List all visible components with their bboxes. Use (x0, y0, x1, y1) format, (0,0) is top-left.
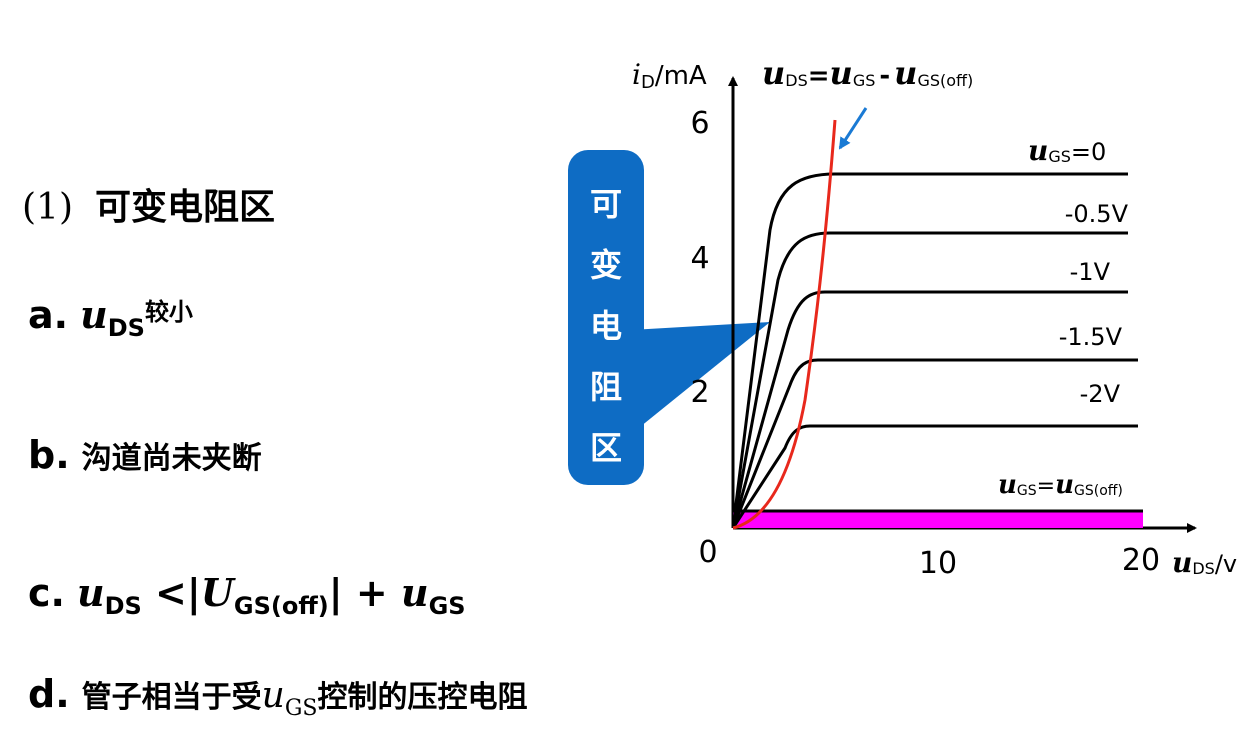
boundary-label: uDS=uGS - uGS(off) (762, 54, 973, 92)
y-tick-4: 4 (690, 241, 709, 276)
y-axis-label-unit: /mA (655, 61, 707, 91)
x-axis-label-sub: DS (1192, 559, 1214, 578)
curve-label-neg1.5: -1.5V (1059, 323, 1123, 351)
curve-label-neg2: -2V (1080, 380, 1121, 408)
cutoff-label: uGS=uGS(off) (998, 470, 1123, 500)
curve-label-0-u: u (1028, 134, 1048, 167)
characteristic-diagram: 可 变 电 阻 区 iD/mA 6 4 2 0 10 20 uDS/v uDS=… (568, 54, 1237, 581)
y-tick-2: 2 (690, 375, 709, 410)
curve-label-0-rest: =0 (1071, 138, 1106, 166)
x-tick-20: 20 (1122, 543, 1160, 578)
callout-char-5: 区 (590, 429, 622, 467)
y-axis-label-i: i (632, 58, 641, 91)
boundary-label-s1: DS (785, 71, 807, 90)
boundary-label-u3: u (894, 54, 917, 92)
boundary-label-u1: u (762, 54, 785, 92)
y-axis-label-sub: D (641, 72, 655, 93)
cutoff-label-s1: GS (1017, 483, 1037, 499)
cutoff-band (733, 511, 1143, 528)
boundary-label-s3: GS(off) (917, 71, 973, 90)
callout-char-2: 变 (590, 246, 622, 284)
boundary-label-u2: u (830, 54, 853, 92)
boundary-label-eq: = (808, 61, 830, 91)
callout-char-3: 电 (590, 307, 622, 345)
origin-label: 0 (698, 535, 717, 570)
callout-variable-resistance-region: 可 变 电 阻 区 (568, 150, 770, 485)
cutoff-label-u2: u (1055, 470, 1074, 500)
curve-label-neg0.5: -0.5V (1065, 200, 1129, 228)
callout-char-4: 阻 (590, 368, 622, 406)
cutoff-label-s2: GS(off) (1074, 483, 1123, 499)
curve-label-0-sub: GS (1048, 147, 1071, 166)
y-axis-label: iD/mA (632, 58, 707, 93)
boundary-pointer-arrow (838, 107, 868, 150)
x-axis-label-u: u (1172, 546, 1192, 579)
boundary-label-minus: - (879, 61, 890, 91)
cutoff-label-eq: = (1037, 474, 1055, 499)
y-tick-6: 6 (690, 106, 709, 141)
x-axis-label-unit: /v (1215, 550, 1237, 578)
x-tick-10: 10 (919, 546, 957, 581)
x-axis-label: uDS/v (1172, 546, 1237, 579)
callout-char-1: 可 (590, 185, 622, 223)
boundary-label-s2: GS (853, 71, 876, 90)
cutoff-label-u1: u (998, 470, 1017, 500)
curve-label-ugs-0: uGS=0 (1028, 134, 1106, 167)
curve-label-neg1: -1V (1070, 258, 1111, 286)
